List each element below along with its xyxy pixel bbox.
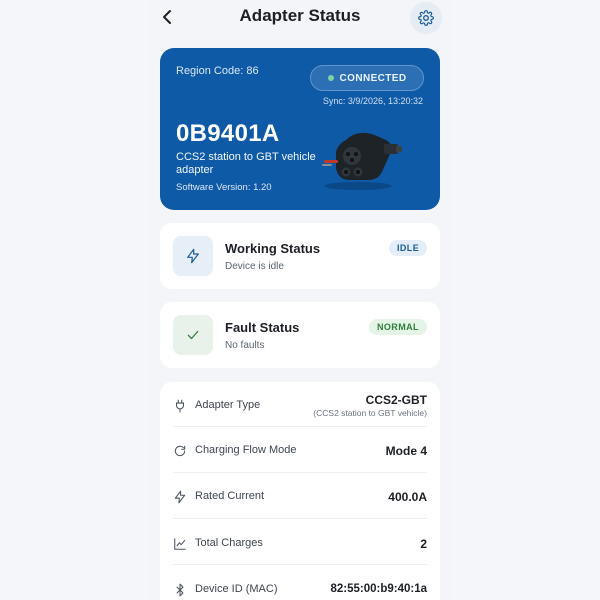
adapter-description: CCS2 station to GBT vehicle adapter xyxy=(176,151,316,176)
detail-row-device-id: Device ID (MAC) 82:55:00:b9:40:1a xyxy=(173,583,427,599)
detail-label: Device ID (MAC) xyxy=(195,583,278,595)
fault-status-subtitle: No faults xyxy=(225,340,265,351)
checkmark-icon xyxy=(187,330,199,340)
working-status-subtitle: Device is idle xyxy=(225,261,284,272)
detail-subvalue: (CCS2 station to GBT vehicle) xyxy=(313,408,427,418)
detail-label: Adapter Type xyxy=(195,399,261,411)
bolt-icon xyxy=(174,490,186,504)
page-title: Adapter Status xyxy=(239,6,361,25)
gear-icon xyxy=(418,10,434,26)
bluetooth-icon xyxy=(176,583,184,597)
divider xyxy=(173,518,427,519)
settings-button[interactable] xyxy=(410,2,442,34)
detail-row-rated-current: Rated Current 400.0A xyxy=(173,490,427,506)
detail-label: Charging Flow Mode xyxy=(195,444,297,456)
software-version: Software Version: 1.20 xyxy=(176,182,272,193)
adapter-summary-card: Region Code: 86 CONNECTED Sync: 3/9/2026… xyxy=(160,48,440,210)
working-status-badge: IDLE xyxy=(389,240,428,256)
connection-status-badge: CONNECTED xyxy=(310,65,424,91)
detail-label: Rated Current xyxy=(195,490,265,502)
chevron-left-icon xyxy=(163,10,171,24)
working-status-icon-box xyxy=(173,236,213,276)
divider xyxy=(173,564,427,565)
working-status-card[interactable]: Working Status Device is idle IDLE xyxy=(160,223,440,289)
refresh-icon xyxy=(174,445,186,457)
detail-value: Mode 4 xyxy=(385,444,427,458)
plug-icon xyxy=(175,399,185,413)
fault-status-icon-box xyxy=(173,315,213,355)
sync-timestamp: Sync: 3/9/2026, 13:20:32 xyxy=(322,96,423,106)
detail-row-charging-flow-mode: Charging Flow Mode Mode 4 xyxy=(173,444,427,460)
detail-value: 82:55:00:b9:40:1a xyxy=(330,583,427,595)
connection-status-label: CONNECTED xyxy=(339,72,407,84)
fault-status-title: Fault Status xyxy=(225,320,300,335)
adapter-id: 0B9401A xyxy=(176,120,280,147)
fault-status-card[interactable]: Fault Status No faults NORMAL xyxy=(160,302,440,368)
detail-value: CCS2-GBT xyxy=(365,393,427,407)
region-code: Region Code: 86 xyxy=(176,65,259,77)
adapter-plug-image xyxy=(322,132,402,190)
adapter-details-card: Adapter Type CCS2-GBT (CCS2 station to G… xyxy=(160,382,440,600)
divider xyxy=(173,426,427,427)
detail-row-total-charges: Total Charges 2 xyxy=(173,537,427,553)
working-status-title: Working Status xyxy=(225,241,321,256)
divider xyxy=(173,472,427,473)
detail-value: 2 xyxy=(420,537,427,551)
back-button[interactable] xyxy=(157,5,177,29)
fault-status-badge: NORMAL xyxy=(369,319,427,335)
chart-icon xyxy=(174,538,186,550)
detail-value: 400.0A xyxy=(388,490,427,504)
detail-label: Total Charges xyxy=(195,537,263,549)
bolt-icon xyxy=(187,248,199,264)
status-dot-icon xyxy=(327,75,334,81)
